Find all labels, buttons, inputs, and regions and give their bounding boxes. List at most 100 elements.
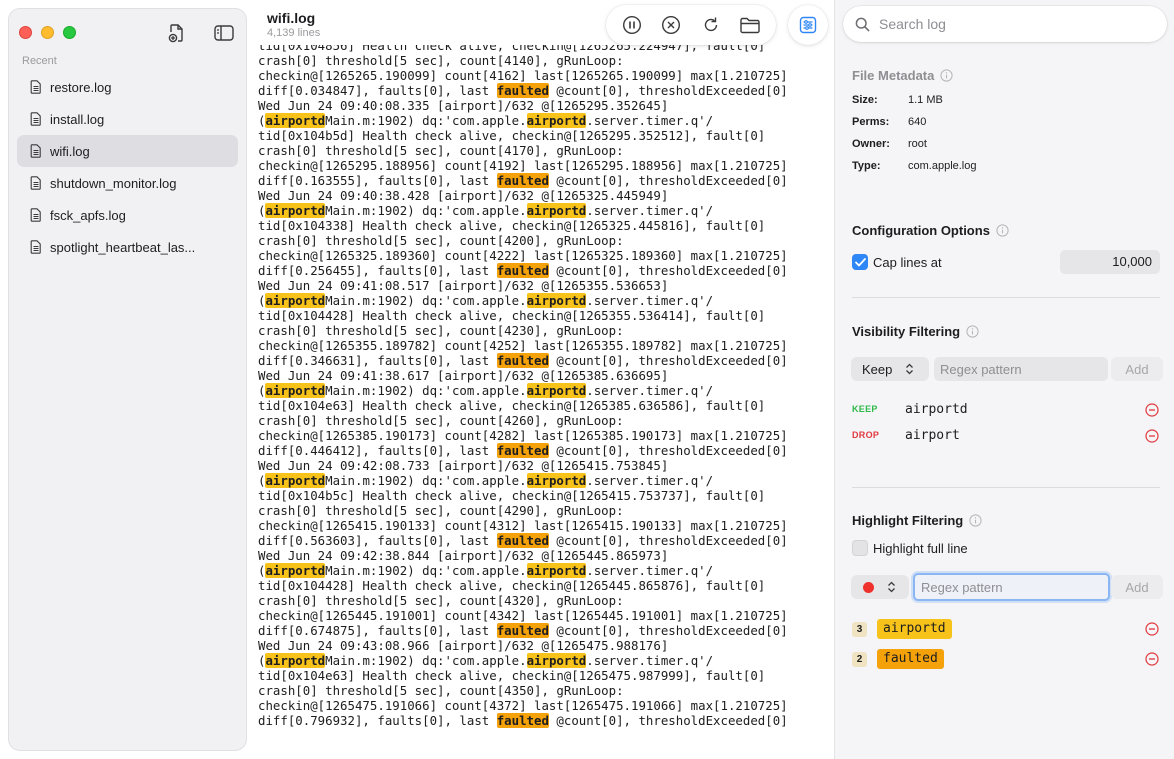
document-icon	[30, 240, 41, 254]
log-text: tid[0x104e63] Health check alive, checki…	[258, 668, 766, 683]
chevron-updown-icon	[888, 581, 895, 593]
log-text: Main.m:1902) dq:'com.apple.	[325, 563, 527, 578]
log-text: crash[0] threshold[5 sec], count[4350], …	[258, 683, 624, 698]
search-input[interactable]	[879, 16, 1149, 32]
highlight-rule-chip: airportd	[877, 619, 952, 639]
close-window-button[interactable]	[19, 26, 32, 39]
log-highlight-match: faulted	[496, 173, 549, 188]
log-line: (airportdMain.m:1902) dq:'com.apple.airp…	[258, 653, 788, 668]
log-text: .server.timer.q'/	[586, 113, 714, 128]
toggle-sidebar-button[interactable]	[212, 21, 236, 45]
log-text: diff[0.563603], faults[0], last	[258, 533, 497, 548]
log-text: Wed Jun 24 09:42:38.844 [airport]/632 @[…	[258, 548, 669, 563]
sidebar-item-file[interactable]: restore.log	[17, 71, 238, 103]
toggle-inspector-button[interactable]	[793, 10, 823, 40]
log-text: .server.timer.q'/	[586, 473, 714, 488]
cap-lines-input[interactable]: 10,000	[1060, 250, 1160, 274]
log-line: Wed Jun 24 09:43:08.966 [airport]/632 @[…	[258, 638, 788, 653]
log-line: crash[0] threshold[5 sec], count[4230], …	[258, 323, 788, 338]
document-icon	[30, 208, 41, 222]
remove-rule-icon[interactable]	[1145, 429, 1159, 443]
highlight-full-line-checkbox[interactable]	[852, 540, 868, 556]
info-icon[interactable]	[969, 514, 982, 527]
log-line: crash[0] threshold[5 sec], count[4350], …	[258, 683, 788, 698]
log-highlight-match: airportd	[265, 293, 326, 308]
drop-rule-pattern: airport	[905, 428, 960, 443]
log-text: Wed Jun 24 09:40:08.335 [airport]/632 @[…	[258, 98, 669, 113]
log-line: (airportdMain.m:1902) dq:'com.apple.airp…	[258, 563, 788, 578]
log-text: diff[0.446412], faults[0], last	[258, 443, 497, 458]
log-lines: tid[0x104856] Health check alive, checki…	[258, 45, 788, 728]
visibility-mode-select[interactable]: Keep	[851, 357, 929, 381]
recent-files-list: restore.log install.log wifi.log shutdown_m…	[17, 71, 238, 263]
recent-section-label: Recent	[22, 55, 57, 67]
log-highlight-match: airportd	[526, 473, 587, 488]
highlight-add-button[interactable]: Add	[1111, 575, 1163, 599]
log-text: Wed Jun 24 09:42:08.733 [airport]/632 @[…	[258, 458, 669, 473]
sidebar-item-label: shutdown_monitor.log	[50, 175, 177, 191]
log-line: Wed Jun 24 09:40:08.335 [airport]/632 @[…	[258, 98, 788, 113]
line-count: 4,139 lines	[267, 27, 321, 39]
log-text: @count[0], thresholdExceeded[0]	[548, 83, 788, 98]
remove-rule-icon[interactable]	[1145, 652, 1159, 666]
log-line: diff[0.163555], faults[0], last faulted …	[258, 173, 788, 188]
log-line: diff[0.796932], faults[0], last faulted …	[258, 713, 788, 728]
reload-icon	[704, 17, 717, 32]
new-file-button[interactable]	[165, 21, 189, 45]
visibility-add-button[interactable]: Add	[1111, 357, 1163, 381]
sidebar-item-file[interactable]: install.log	[17, 103, 238, 135]
checkmark-icon	[854, 257, 866, 266]
log-text: diff[0.674875], faults[0], last	[258, 623, 497, 638]
clear-button[interactable]	[656, 10, 686, 40]
sidebar-item-file[interactable]: fsck_apfs.log	[17, 199, 238, 231]
match-count-badge: 2	[852, 652, 867, 667]
log-text: Main.m:1902) dq:'com.apple.	[325, 113, 527, 128]
log-line: tid[0x104e63] Health check alive, checki…	[258, 668, 788, 683]
log-view[interactable]: tid[0x104856] Health check alive, checki…	[258, 45, 830, 759]
meta-type-row: Type: com.apple.log	[852, 160, 977, 172]
meta-owner-row: Owner: root	[852, 138, 927, 150]
sidebar-item-file[interactable]: spotlight_heartbeat_las...	[17, 231, 238, 263]
highlight-heading: Highlight Filtering	[852, 513, 982, 528]
remove-rule-icon[interactable]	[1145, 403, 1159, 417]
log-text: @count[0], thresholdExceeded[0]	[548, 533, 788, 548]
info-icon[interactable]	[966, 325, 979, 338]
log-line: tid[0x104428] Health check alive, checki…	[258, 578, 788, 593]
highlight-regex-input[interactable]: Regex pattern	[913, 573, 1110, 601]
meta-value: com.apple.log	[908, 160, 977, 172]
filter-settings-icon	[799, 16, 817, 34]
configuration-heading: Configuration Options	[852, 223, 1009, 238]
log-line: checkin@[1265475.191066] count[4372] las…	[258, 698, 788, 713]
pause-button[interactable]	[617, 10, 647, 40]
log-line: tid[0x104e63] Health check alive, checki…	[258, 398, 788, 413]
log-text: diff[0.256455], faults[0], last	[258, 263, 497, 278]
info-icon[interactable]	[996, 224, 1009, 237]
log-text: Wed Jun 24 09:41:08.517 [airport]/632 @[…	[258, 278, 669, 293]
log-highlight-match: faulted	[496, 623, 549, 638]
info-icon[interactable]	[940, 69, 953, 82]
log-text: @count[0], thresholdExceeded[0]	[548, 443, 788, 458]
drop-tag: DROP	[852, 430, 880, 440]
highlight-color-select[interactable]	[851, 575, 909, 599]
log-line: (airportdMain.m:1902) dq:'com.apple.airp…	[258, 203, 788, 218]
log-highlight-match: faulted	[496, 263, 549, 278]
cap-lines-checkbox[interactable]	[852, 254, 868, 270]
visibility-heading: Visibility Filtering	[852, 324, 979, 339]
log-text: tid[0x104428] Health check alive, checki…	[258, 308, 766, 323]
open-folder-button[interactable]	[735, 10, 765, 40]
window-controls	[19, 26, 76, 39]
remove-rule-icon[interactable]	[1145, 622, 1159, 636]
sidebar-item-file[interactable]: shutdown_monitor.log	[17, 167, 238, 199]
document-icon	[30, 144, 41, 158]
zoom-window-button[interactable]	[63, 26, 76, 39]
sidebar-item-file[interactable]: wifi.log	[17, 135, 238, 167]
minimize-window-button[interactable]	[41, 26, 54, 39]
visibility-regex-input[interactable]: Regex pattern	[934, 357, 1108, 381]
divider	[852, 487, 1160, 488]
sidebar-icon	[214, 25, 234, 41]
document-icon	[30, 176, 41, 190]
log-line: crash[0] threshold[5 sec], count[4320], …	[258, 593, 788, 608]
log-text: crash[0] threshold[5 sec], count[4320], …	[258, 593, 624, 608]
reload-button[interactable]	[696, 10, 726, 40]
highlight-full-line-label: Highlight full line	[873, 541, 968, 556]
